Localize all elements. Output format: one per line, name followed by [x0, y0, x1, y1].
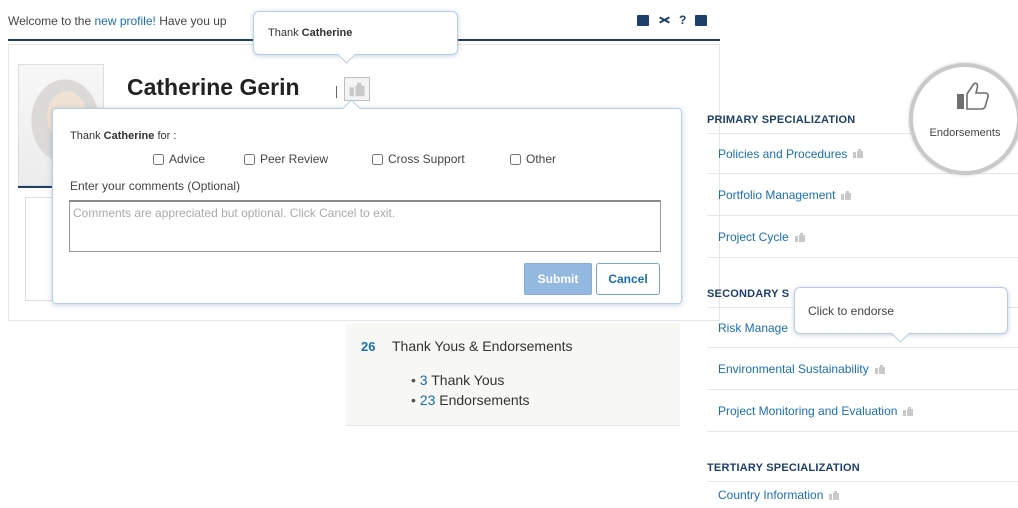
endorsements-count-link[interactable]: 23	[420, 392, 436, 408]
thank-tooltip: Thank Catherine	[253, 11, 458, 55]
mailbox-icon[interactable]	[637, 14, 649, 26]
option-label: Other	[526, 152, 557, 166]
spec-item-country[interactable]: Country Information	[707, 481, 1018, 508]
option-label: Peer Review	[260, 152, 329, 166]
print-icon[interactable]	[695, 14, 708, 26]
endorse-tooltip: Click to endorse	[794, 287, 1008, 334]
welcome-prefix: Welcome to the	[8, 14, 95, 28]
thank-yous-count-link[interactable]: 3	[420, 372, 428, 388]
spec-item-environmental[interactable]: Environmental Sustainability	[707, 349, 1018, 390]
option-label: Advice	[169, 152, 206, 166]
endorse-thumb-icon[interactable]	[829, 490, 840, 500]
welcome-suffix: Have you up	[155, 14, 227, 28]
endorsement-summary: 26 Thank Yous & Endorsements 3 Thank You…	[346, 324, 680, 426]
spec-item-label[interactable]: Risk Manage	[718, 321, 788, 335]
name-separator	[336, 86, 337, 98]
thank-dialog: Thank Catherine for : Advice Peer Review…	[52, 108, 682, 304]
badge-label: Endorsements	[929, 127, 1001, 139]
option-cross-support[interactable]: Cross Support	[372, 152, 510, 166]
thank-for-prefix: Thank	[70, 130, 104, 142]
option-advice[interactable]: Advice	[153, 152, 244, 166]
endorse-thumb-icon[interactable]	[903, 406, 914, 416]
spec-item-monitoring[interactable]: Project Monitoring and Evaluation	[707, 391, 1018, 432]
cross-support-checkbox[interactable]	[372, 153, 383, 165]
spec-item-label[interactable]: Project Monitoring and Evaluation	[718, 404, 897, 418]
summary-item-label: Endorsements	[435, 392, 530, 408]
comments-input[interactable]	[69, 200, 661, 252]
new-profile-link[interactable]: new profile!	[94, 14, 155, 28]
spec-item-label[interactable]: Environmental Sustainability	[718, 362, 869, 376]
profile-name: Catherine Gerin	[127, 74, 300, 100]
spec-item-label[interactable]: Policies and Procedures	[718, 147, 847, 161]
option-peer-review[interactable]: Peer Review	[244, 152, 372, 166]
spec-item-label[interactable]: Country Information	[718, 488, 823, 502]
advice-checkbox[interactable]	[153, 153, 164, 165]
cancel-button[interactable]: Cancel	[596, 263, 660, 295]
endorse-thumb-icon[interactable]	[874, 364, 885, 374]
thank-tooltip-name: Catherine	[301, 27, 353, 39]
help-icon[interactable]: ?	[679, 14, 686, 26]
spec-item-label[interactable]: Project Cycle	[718, 230, 789, 244]
option-label: Cross Support	[388, 152, 465, 166]
summary-count: 26	[361, 339, 376, 354]
summary-item-endorsements: 23 Endorsements	[411, 390, 530, 410]
endorse-thumb-icon[interactable]	[794, 232, 805, 242]
peer-review-checkbox[interactable]	[244, 153, 255, 165]
toolbar: ?	[637, 14, 708, 26]
thank-for-name: Catherine	[103, 130, 155, 142]
spec-item-project-cycle[interactable]: Project Cycle	[707, 217, 1018, 258]
thank-for-suffix: for :	[154, 130, 177, 142]
endorse-thumb-icon[interactable]	[841, 190, 852, 200]
other-checkbox[interactable]	[510, 153, 521, 165]
welcome-message: Welcome to the new profile! Have you up	[8, 14, 227, 28]
summary-list: 3 Thank Yous 23 Endorsements	[411, 370, 530, 410]
option-other[interactable]: Other	[510, 152, 556, 166]
comments-label: Enter your comments (Optional)	[70, 179, 241, 193]
endorsement-thumb-icon	[957, 82, 990, 110]
spec-item-portfolio[interactable]: Portfolio Management	[707, 175, 1018, 216]
thank-options: Advice Peer Review Cross Support Other	[153, 152, 556, 166]
secondary-specialization-heading: SECONDARY S	[707, 288, 790, 300]
thank-button[interactable]	[344, 77, 370, 101]
spec-item-label[interactable]: Portfolio Management	[718, 188, 835, 202]
summary-item-label: Thank Yous	[427, 372, 505, 388]
thank-tooltip-prefix: Thank	[268, 27, 302, 39]
thumbs-up-icon	[349, 82, 365, 96]
thank-for-label: Thank Catherine for :	[70, 130, 176, 142]
tertiary-specialization-heading: TERTIARY SPECIALIZATION	[707, 462, 860, 474]
share-icon[interactable]	[658, 14, 670, 26]
primary-specialization-heading: PRIMARY SPECIALIZATION	[707, 114, 856, 126]
summary-title: Thank Yous & Endorsements	[392, 338, 573, 354]
submit-button[interactable]: Submit	[524, 263, 592, 295]
summary-item-thank-yous: 3 Thank Yous	[411, 370, 530, 390]
endorse-thumb-icon[interactable]	[853, 149, 864, 158]
endorsements-badge: Endorsements	[909, 63, 1018, 175]
